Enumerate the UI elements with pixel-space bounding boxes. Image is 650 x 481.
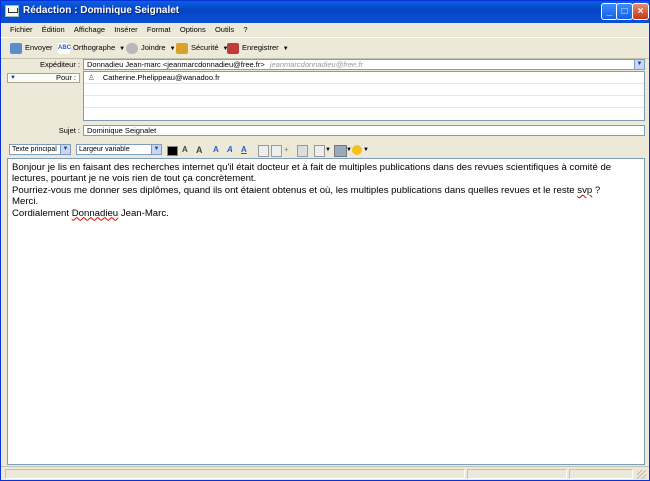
align-icon[interactable] xyxy=(314,145,325,157)
indent-icon[interactable] xyxy=(297,145,308,157)
paragraph-style-dropdown-icon[interactable]: ▼ xyxy=(60,145,70,154)
outdent-icon[interactable]: + xyxy=(284,145,289,155)
recipient-row-empty[interactable] xyxy=(84,84,644,96)
menu-options[interactable]: Options xyxy=(180,23,206,37)
lock-icon xyxy=(176,42,188,54)
body-text: Cordialement xyxy=(12,207,72,219)
font-value: Largeur variable xyxy=(79,146,130,153)
misspelled-word[interactable]: svp xyxy=(577,185,592,196)
to-value: Catherine.Phelippeau@wanadoo.fr xyxy=(102,73,220,82)
paperclip-icon xyxy=(126,42,138,54)
menu-bar: Fichier Édition Affichage Insérer Format… xyxy=(1,23,649,37)
body-line: Bonjour je lis en faisant des recherches… xyxy=(12,162,612,173)
window-title: Rédaction : Dominique Seignalet xyxy=(23,5,180,16)
text-color-icon[interactable] xyxy=(167,146,178,156)
title-bar[interactable]: Rédaction : Dominique Seignalet _ □ × xyxy=(1,1,649,23)
close-button[interactable]: × xyxy=(632,3,649,20)
menu-affichage[interactable]: Affichage xyxy=(74,23,105,37)
italic-icon[interactable]: A xyxy=(227,145,233,155)
body-text: Pourriez-vous me donner ses diplômes, qu… xyxy=(12,184,578,196)
to-label: Pour : xyxy=(55,73,76,82)
status-pane xyxy=(5,469,465,479)
maximize-button[interactable]: □ xyxy=(616,3,633,20)
body-line: Merci. xyxy=(12,196,39,208)
font-dropdown-icon[interactable]: ▼ xyxy=(151,145,161,154)
spelling-icon: ABC xyxy=(58,42,71,54)
menu-format[interactable]: Format xyxy=(147,23,171,37)
body-text: ? xyxy=(592,184,601,196)
send-icon xyxy=(10,42,22,54)
send-label: Envoyer xyxy=(25,43,53,52)
main-toolbar: Envoyer ABC Orthographe ▼ Joindre ▼ Sécurit… xyxy=(1,37,649,59)
status-pane xyxy=(467,469,567,479)
paragraph-style-select[interactable]: Texte principal ▼ xyxy=(9,144,71,155)
status-bar xyxy=(1,466,649,481)
subject-label: Sujet : xyxy=(58,126,80,135)
recipients-list[interactable]: ♙ Catherine.Phelippeau@wanadoo.fr xyxy=(83,71,645,121)
spelling-button[interactable]: ABC Orthographe ▼ xyxy=(58,40,125,55)
from-label: Expéditeur : xyxy=(39,60,80,69)
bold-icon[interactable]: A xyxy=(213,145,219,155)
font-larger-icon[interactable]: A xyxy=(196,145,203,155)
smiley-icon[interactable] xyxy=(352,145,362,155)
paragraph-style-value: Texte principal xyxy=(12,146,57,153)
body-line: Pourriez-vous me donner ses diplômes, qu… xyxy=(12,185,640,196)
body-line: lectures, pourtant je ne vois rien de to… xyxy=(12,173,257,185)
security-label: Sécurité xyxy=(191,43,219,52)
menu-help[interactable]: ? xyxy=(243,23,247,37)
format-toolbar: Texte principal ▼ Largeur variable ▼ A A… xyxy=(1,143,649,157)
spelling-label: Orthographe xyxy=(73,43,116,52)
subject-input[interactable]: Dominique Seignalet xyxy=(83,125,645,136)
send-button[interactable]: Envoyer xyxy=(10,40,53,55)
contact-icon: ♙ xyxy=(88,73,95,82)
bullet-list-icon[interactable] xyxy=(258,145,269,157)
recipient-row[interactable]: ♙ Catherine.Phelippeau@wanadoo.fr xyxy=(84,72,644,84)
compose-window: Rédaction : Dominique Seignalet _ □ × Fi… xyxy=(0,0,650,481)
subject-value: Dominique Seignalet xyxy=(87,126,157,135)
resize-grip[interactable] xyxy=(637,470,646,479)
font-smaller-icon[interactable]: A xyxy=(182,145,188,155)
font-select[interactable]: Largeur variable ▼ xyxy=(76,144,162,155)
menu-edition[interactable]: Édition xyxy=(42,23,65,37)
from-hint: jeanmarcdonnadieu@free.fr xyxy=(269,60,363,69)
save-label: Enregistrer xyxy=(242,43,279,52)
body-line: Cordialement Donnadieu Jean-Marc. xyxy=(12,208,640,219)
menu-inserer[interactable]: Insérer xyxy=(114,23,137,37)
recipient-row-empty[interactable] xyxy=(84,96,644,108)
from-select[interactable]: Donnadieu Jean-marc <jeanmarcdonnadieu@f… xyxy=(83,59,645,70)
security-button[interactable]: Sécurité ▼ xyxy=(176,40,228,55)
menu-outils[interactable]: Outils xyxy=(215,23,234,37)
save-button[interactable]: Enregistrer ▼ xyxy=(227,40,289,55)
recipient-type-dropdown-icon: ▼ xyxy=(10,75,16,81)
save-dropdown-icon[interactable]: ▼ xyxy=(283,46,289,52)
spelling-dropdown-icon[interactable]: ▼ xyxy=(119,46,125,52)
from-value: Donnadieu Jean-marc <jeanmarcdonnadieu@f… xyxy=(87,60,265,69)
attach-label: Joindre xyxy=(141,43,166,52)
smiley-dropdown-icon[interactable]: ▼ xyxy=(363,145,369,155)
body-text: Jean-Marc. xyxy=(118,207,169,219)
misspelled-word[interactable]: Donnadieu xyxy=(72,208,118,219)
compose-app-icon xyxy=(5,5,19,17)
attach-button[interactable]: Joindre ▼ xyxy=(126,40,176,55)
from-dropdown-icon[interactable]: ▼ xyxy=(634,60,644,69)
align-dropdown-icon[interactable]: ▼ xyxy=(325,145,331,155)
underline-icon[interactable]: A xyxy=(241,145,247,155)
message-body[interactable]: Bonjour je lis en faisant des recherches… xyxy=(7,158,645,465)
save-icon xyxy=(227,42,239,54)
status-pane xyxy=(569,469,633,479)
menu-fichier[interactable]: Fichier xyxy=(10,23,33,37)
numbered-list-icon[interactable] xyxy=(271,145,282,157)
recipient-type-select[interactable]: ▼ Pour : xyxy=(7,73,80,83)
recipient-row-empty[interactable] xyxy=(84,108,644,120)
attach-dropdown-icon[interactable]: ▼ xyxy=(170,46,176,52)
